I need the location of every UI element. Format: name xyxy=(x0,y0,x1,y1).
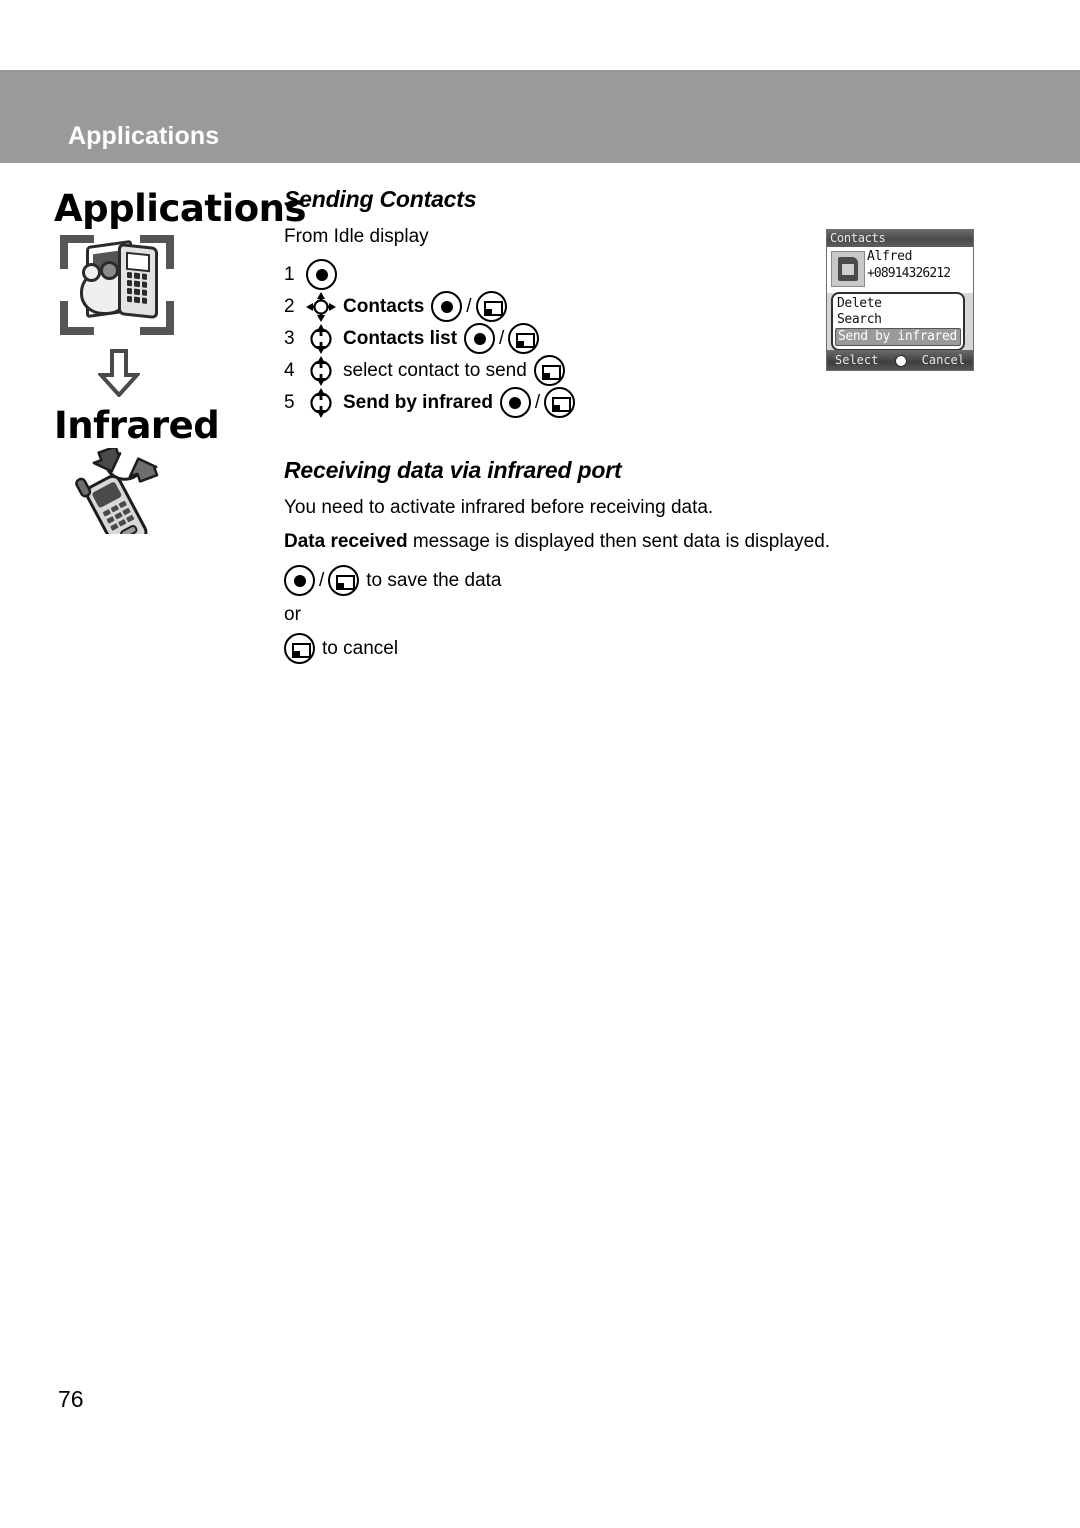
cancel-instruction-row: to cancel xyxy=(284,632,844,666)
ok-key-icon[interactable] xyxy=(499,387,531,419)
phone-menu-item-send-by-infrared[interactable]: Send by infrared xyxy=(835,328,961,346)
handset-screen-icon xyxy=(126,251,150,273)
sidebar-title-infrared: Infrared xyxy=(54,404,220,447)
save-data-label: to save the data xyxy=(366,569,502,591)
data-received-rest: message is displayed then sent data is d… xyxy=(407,531,831,553)
sim-card-icon xyxy=(831,251,865,287)
step-number: 3 xyxy=(284,327,295,349)
sidebar: Applications Infrared xyxy=(50,187,307,551)
page-number: 76 xyxy=(58,1386,84,1412)
phone-center-key-icon[interactable] xyxy=(895,355,907,367)
or-label: or xyxy=(284,603,301,625)
infrared-phone-illustration xyxy=(68,445,198,551)
cancel-label: to cancel xyxy=(322,637,399,659)
down-arrow-icon xyxy=(98,349,140,397)
sending-contacts-step-list: 1 2 Contacts / 3 Contacts list / 4 selec… xyxy=(284,259,844,419)
step-number: 5 xyxy=(284,391,295,413)
softkey-icon[interactable] xyxy=(533,355,565,387)
softkey-icon[interactable] xyxy=(508,323,540,355)
phone-menu-item-search[interactable]: Search xyxy=(833,312,963,328)
softkey-icon[interactable] xyxy=(328,565,360,597)
softkey-icon[interactable] xyxy=(284,633,315,665)
navigation-updown-key-icon[interactable] xyxy=(306,355,336,386)
sending-contacts-intro: From Idle display xyxy=(284,226,429,247)
phone-contact-area: Alfred +08914326212 xyxy=(827,247,973,293)
camera-eye-right-icon xyxy=(100,261,119,280)
section-heading-sending-contacts: Sending Contacts xyxy=(284,186,477,212)
running-header-title: Applications xyxy=(68,122,220,150)
running-header-bar: Applications xyxy=(0,70,1080,163)
navigation-updown-key-icon[interactable] xyxy=(306,323,336,354)
section-heading-receiving-data: Receiving data via infrared port xyxy=(284,456,622,483)
step-number: 4 xyxy=(284,359,295,381)
phone-softkey-select[interactable]: Select xyxy=(835,350,878,370)
navigation-updown-key-icon[interactable] xyxy=(306,387,336,418)
phone-softkey-bar: Select Cancel xyxy=(827,350,973,370)
step-number: 2 xyxy=(284,295,295,317)
handset-icon xyxy=(118,242,158,320)
phone-menu-item-delete[interactable]: Delete xyxy=(833,296,963,312)
data-received-bold: Data received xyxy=(284,531,408,553)
ok-key-icon[interactable] xyxy=(464,323,496,355)
step-item-3: 3 Contacts list / xyxy=(284,323,844,355)
phone-popup-menu: Delete Search Send by infrared xyxy=(831,292,965,351)
step-item-1: 1 xyxy=(284,259,844,291)
phone-screenshot: Contacts Alfred +08914326212 Delete Sear… xyxy=(826,229,974,371)
key-separator: / xyxy=(499,327,505,349)
phone-contact-name: Alfred xyxy=(867,249,913,264)
navigation-4way-key-icon[interactable] xyxy=(306,291,336,322)
phone-contact-number: +08914326212 xyxy=(867,266,951,281)
step-item-2: 2 Contacts / xyxy=(284,291,844,323)
key-separator: / xyxy=(534,391,541,413)
ok-key-icon[interactable] xyxy=(431,291,463,323)
step-label: Contacts list xyxy=(343,327,458,349)
key-separator: / xyxy=(319,569,325,591)
send-contacts-illustration xyxy=(60,233,180,341)
step-item-5: 5 Send by infrared / xyxy=(284,387,844,419)
step-label: select contact to send xyxy=(343,359,527,381)
phone-titlebar: Contacts xyxy=(827,230,973,247)
sidebar-title-applications: Applications xyxy=(54,187,307,230)
save-data-instruction-row: / to save the data xyxy=(284,564,844,598)
ok-key-icon[interactable] xyxy=(306,259,337,291)
softkey-icon[interactable] xyxy=(475,291,507,323)
camera-eye-left-icon xyxy=(82,263,101,282)
handset-keypad-icon xyxy=(127,271,147,304)
step-label: Contacts xyxy=(343,295,425,317)
phone-softkey-cancel[interactable]: Cancel xyxy=(922,350,965,370)
receiving-data-line2: Data received message is displayed then … xyxy=(284,529,844,555)
main-content: Sending Contacts From Idle display 1 2 C… xyxy=(284,186,844,666)
step-item-4: 4 select contact to send xyxy=(284,355,844,387)
step-label: Send by infrared xyxy=(343,391,493,413)
softkey-icon[interactable] xyxy=(544,387,576,419)
ok-key-icon[interactable] xyxy=(284,565,315,597)
step-number: 1 xyxy=(284,263,295,285)
key-separator: / xyxy=(466,295,472,317)
receiving-data-line1: You need to activate infrared before rec… xyxy=(284,496,714,518)
